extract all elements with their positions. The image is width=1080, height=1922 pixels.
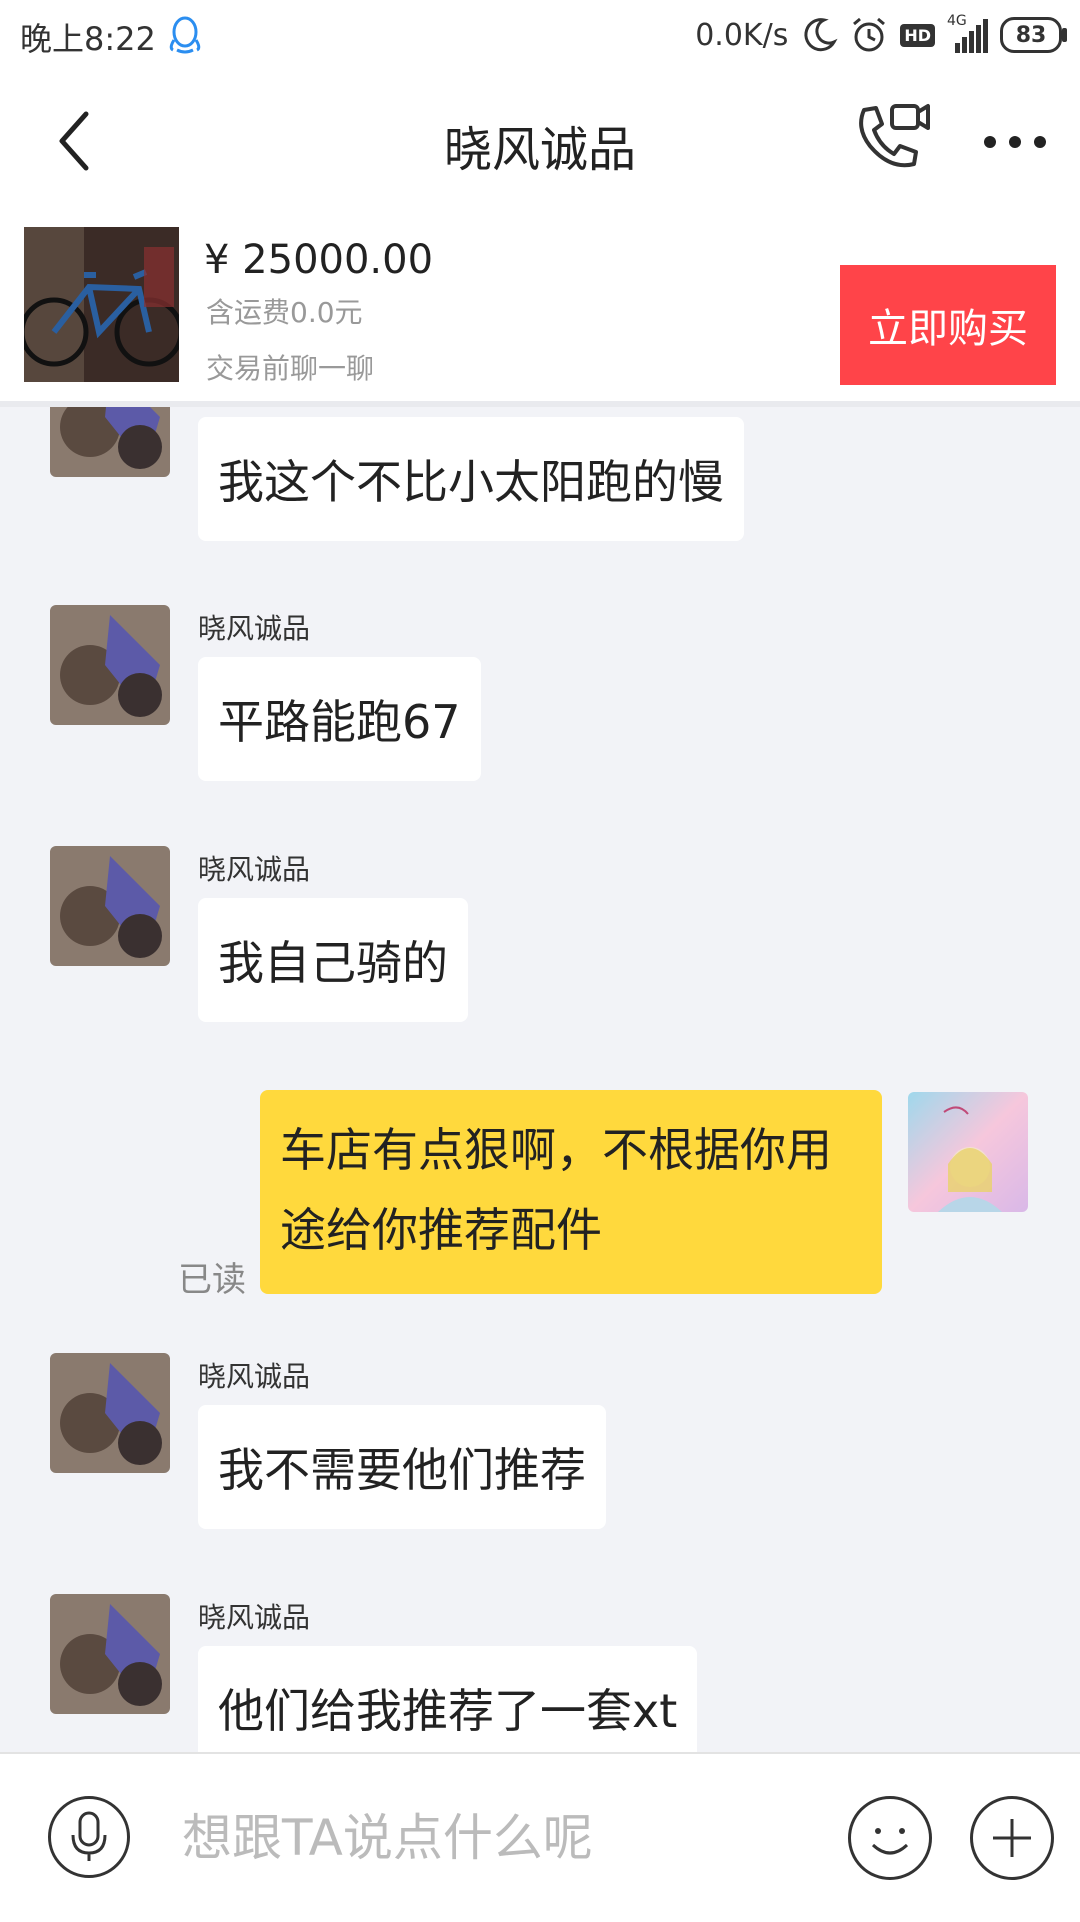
product-card[interactable]: ¥ 25000.00 含运费0.0元 交易前聊一聊 立即购买 bbox=[0, 207, 1080, 407]
chat-list[interactable]: 我这个不比小太阳跑的慢 晓风诚品 平路能跑67 晓风诚品 我自己骑的 已读 车店… bbox=[0, 407, 1080, 1752]
signal-icon: 4G bbox=[947, 13, 988, 53]
message-item: 晓风诚品 他们给我推荐了一套xt bbox=[0, 1594, 1080, 1752]
battery-icon: 83 bbox=[1000, 17, 1067, 53]
message-bubble[interactable]: 车店有点狠啊，不根据你用途给你推荐配件 bbox=[260, 1090, 882, 1294]
status-bar: 晚上8:22 0.0K/s HD 4G 83 bbox=[0, 0, 1080, 72]
message-bubble[interactable]: 平路能跑67 bbox=[198, 657, 481, 781]
message-input[interactable] bbox=[180, 1794, 824, 1882]
chat-header: 晓风诚品 bbox=[0, 72, 1080, 207]
more-icon[interactable] bbox=[980, 132, 1050, 152]
message-bubble[interactable]: 我不需要他们推荐 bbox=[198, 1405, 606, 1529]
seller-avatar[interactable] bbox=[50, 846, 170, 966]
qq-icon bbox=[165, 14, 205, 56]
read-status: 已读 bbox=[178, 1260, 246, 1300]
moon-icon bbox=[800, 16, 838, 54]
hd-icon: HD bbox=[900, 23, 935, 47]
product-price: ¥ 25000.00 bbox=[204, 237, 434, 283]
mic-icon[interactable] bbox=[48, 1796, 130, 1878]
sender-name: 晓风诚品 bbox=[198, 612, 311, 645]
status-time: 晚上8:22 bbox=[20, 20, 156, 58]
product-image[interactable] bbox=[24, 227, 179, 382]
message-bubble[interactable]: 他们给我推荐了一套xt bbox=[198, 1646, 698, 1752]
message-item: 晓风诚品 我自己骑的 bbox=[0, 846, 1080, 1046]
plus-icon[interactable] bbox=[970, 1796, 1054, 1880]
sender-name: 晓风诚品 bbox=[198, 853, 311, 886]
my-avatar[interactable] bbox=[908, 1092, 1028, 1212]
message-bubble[interactable]: 我自己骑的 bbox=[198, 898, 468, 1022]
seller-avatar[interactable] bbox=[50, 605, 170, 725]
message-item: 晓风诚品 我不需要他们推荐 bbox=[0, 1353, 1080, 1553]
seller-avatar[interactable] bbox=[50, 1353, 170, 1473]
seller-avatar[interactable] bbox=[50, 1594, 170, 1714]
chat-hint: 交易前聊一聊 bbox=[206, 352, 375, 385]
alarm-icon bbox=[850, 16, 888, 54]
network-label: 4G bbox=[947, 13, 967, 29]
emoji-icon[interactable] bbox=[848, 1796, 932, 1880]
input-bar bbox=[0, 1752, 1080, 1922]
seller-avatar[interactable] bbox=[50, 407, 170, 477]
message-bubble[interactable]: 我这个不比小太阳跑的慢 bbox=[198, 417, 744, 541]
video-call-icon[interactable] bbox=[850, 100, 932, 178]
net-speed: 0.0K/s bbox=[695, 17, 789, 53]
shipping-info: 含运费0.0元 bbox=[206, 296, 363, 329]
sender-name: 晓风诚品 bbox=[198, 1360, 311, 1393]
message-item: 已读 车店有点狠啊，不根据你用途给你推荐配件 bbox=[0, 1084, 1080, 1300]
message-item: 我这个不比小太阳跑的慢 bbox=[0, 407, 1080, 547]
buy-now-button[interactable]: 立即购买 bbox=[840, 265, 1056, 385]
sender-name: 晓风诚品 bbox=[198, 1601, 311, 1634]
message-item: 晓风诚品 平路能跑67 bbox=[0, 605, 1080, 805]
